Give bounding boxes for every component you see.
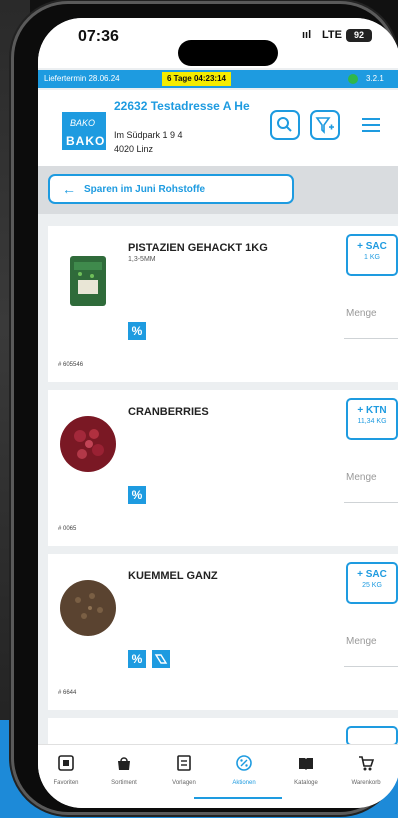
unit-quantity: 25 KG [362,582,382,589]
nav-aktionen[interactable]: Aktionen [216,755,272,786]
add-unit-button[interactable] [346,726,398,746]
unit-quantity: 1 KG [364,254,380,261]
nav-label: Warenkorb [351,780,381,786]
delivery-date: Liefertermin 28.06.24 [44,74,120,83]
nav-favoriten[interactable]: Favoriten [38,755,94,786]
product-subtitle: 1,3-5MM [128,256,156,263]
bako-logo[interactable]: BAKO BAKO [62,112,106,150]
add-unit-button[interactable]: + SAC 25 KG [346,562,398,604]
nav-warenkorb[interactable]: Warenkorb [338,755,394,786]
unit-quantity: 11,34 KG [357,418,387,425]
back-arrow-icon: ← [62,181,76,197]
product-name: KUEMMEL GANZ [128,570,218,582]
cart-icon [359,756,375,771]
connection-status-dot [348,74,358,84]
cranberries-image [60,416,116,472]
status-time: 07:36 [78,28,119,45]
article-number: # 0065 [58,526,77,532]
address-city: 4020 Linz [114,144,154,154]
filter-plus-icon [315,117,334,134]
app-version: 3.2.1 [366,74,384,83]
bottom-navigation: Favoriten Sortiment Vorlagen Aktionen Ka… [38,744,398,808]
star-box-icon [58,755,74,771]
countdown-badge: 6 Tage 04:23:14 [162,72,231,86]
add-unit-button[interactable]: + SAC 1 KG [346,234,398,276]
breadcrumb-area: ← Sparen im Juni Rohstoffe [38,166,398,214]
add-unit-button[interactable]: + KTN 11,34 KG [346,398,398,440]
discount-percent-icon: % [128,486,146,504]
app-screen: 07:36 ııl LTE 92 Liefertermin 28.06.24 6… [38,18,398,808]
logo-text: BAKO [66,134,106,148]
unit-label: + KTN [357,405,387,416]
filter-button[interactable] [310,110,340,140]
discount-tag-icon [152,650,170,668]
search-button[interactable] [270,110,300,140]
nav-label: Aktionen [232,780,256,786]
product-card[interactable]: CRANBERRIES + KTN 11,34 KG Menge % # 006… [48,390,398,546]
dynamic-island [178,40,278,66]
template-icon [177,755,191,771]
address-street: Im Südpark 1 9 4 [114,130,183,140]
nav-sortiment[interactable]: Sortiment [96,755,152,786]
address-title[interactable]: 22632 Testadresse A He [114,100,264,113]
article-number: # 605546 [58,362,84,368]
nav-label: Vorlagen [172,780,196,786]
network-label: LTE [322,29,342,41]
back-button[interactable]: ← Sparen im Juni Rohstoffe [48,174,294,204]
quantity-input[interactable]: Menge [346,636,377,647]
active-tab-indicator [194,797,282,799]
battery-icon: 92 [346,29,372,42]
unit-label: + SAC [357,569,387,580]
quantity-input[interactable]: Menge [346,308,377,319]
back-button-label: Sparen im Juni Rohstoffe [84,184,206,195]
book-icon [299,758,313,770]
product-name: PISTAZIEN GEHACKT 1KG [128,242,268,254]
nav-label: Sortiment [111,780,137,786]
quantity-underline [344,338,398,339]
discount-percent-icon: % [128,322,146,340]
nav-label: Kataloge [294,780,318,786]
nav-label: Favoriten [53,780,79,786]
unit-label: + SAC [357,241,387,252]
nav-vorlagen[interactable]: Vorlagen [156,755,212,786]
caraway-seeds-image [60,580,116,636]
status-bar: 07:36 ııl LTE 92 [38,18,398,68]
pistachio-bag-image [70,256,106,306]
article-number: # 6644 [58,690,77,696]
percent-circle-icon [236,755,252,771]
bag-icon [118,757,130,770]
phone-frame: 07:36 ııl LTE 92 Liefertermin 28.06.24 6… [14,4,398,812]
signal-icon: ııl [302,29,312,41]
product-name: CRANBERRIES [128,406,209,418]
quantity-underline [344,666,398,667]
discount-percent-icon: % [128,650,146,668]
product-card[interactable] [48,718,398,746]
product-card[interactable]: PISTAZIEN GEHACKT 1KG 1,3-5MM + SAC 1 KG… [48,226,398,382]
delivery-info-bar: Liefertermin 28.06.24 6 Tage 04:23:14 3.… [38,70,398,88]
quantity-input[interactable]: Menge [346,472,377,483]
search-icon [277,117,292,132]
app-header: BAKO BAKO 22632 Testadresse A He Im Südp… [38,90,398,166]
product-card[interactable]: KUEMMEL GANZ + SAC 25 KG Menge % # 6644 [48,554,398,710]
logo-script: BAKO [70,118,96,128]
quantity-underline [344,502,398,503]
hamburger-menu-icon[interactable] [362,118,380,132]
nav-kataloge[interactable]: Kataloge [278,755,334,786]
